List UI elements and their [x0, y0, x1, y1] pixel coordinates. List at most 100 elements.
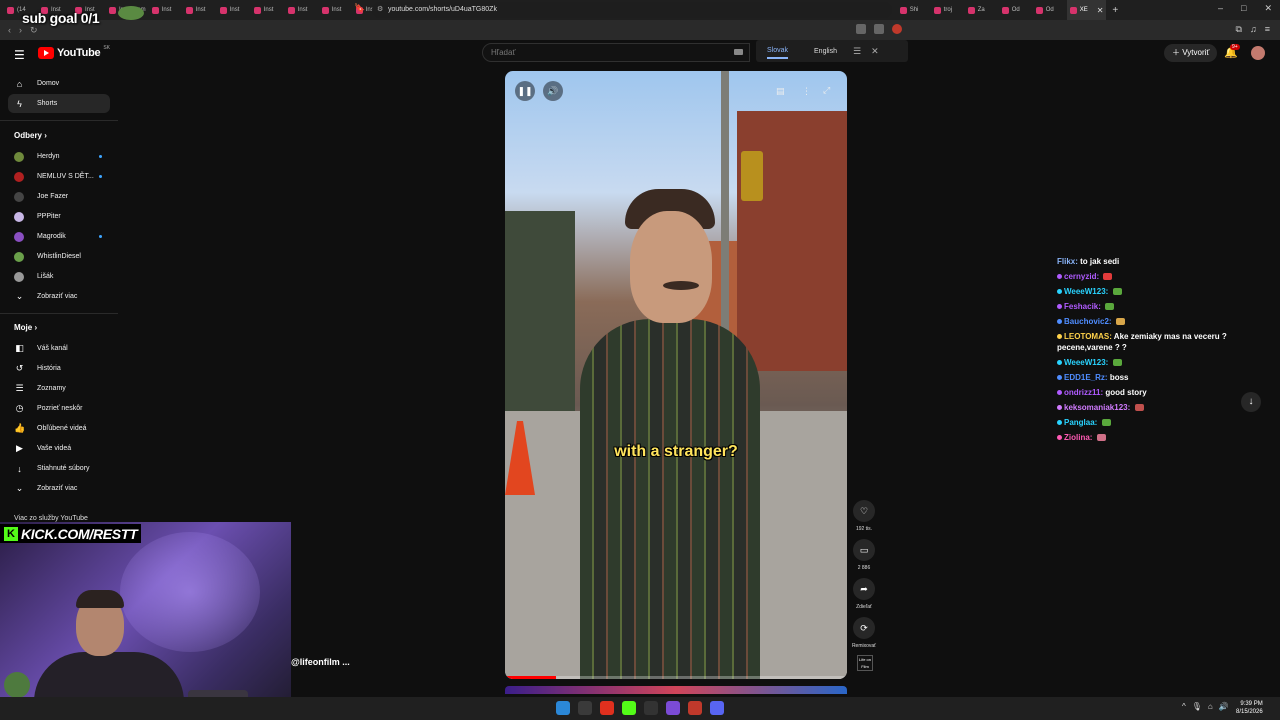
download-icon: ↓ [17, 463, 22, 474]
browser-tab[interactable]: Inst [217, 0, 251, 20]
subscriptions-heading[interactable]: Odbery › [14, 131, 47, 140]
sidebar-item-channel[interactable]: Magrodik [8, 227, 110, 246]
chat-text: to jak sedi [1080, 257, 1120, 266]
close-window-icon[interactable]: ✕ [1264, 3, 1272, 14]
menu-icon[interactable]: ≡ [1265, 24, 1270, 35]
back-icon[interactable]: ‹ [8, 25, 11, 35]
remix-button[interactable]: ⟳ Remixovať [849, 617, 879, 649]
volume-icon[interactable]: 🔊 [543, 81, 563, 101]
extensions-icon[interactable]: ⧉ [1236, 24, 1242, 35]
taskbar-clock[interactable]: 9:39 PM 8/15/2026 [1236, 700, 1263, 716]
tray-chevron-icon[interactable]: ^ [1182, 702, 1186, 711]
sidebar-item-playlists[interactable]: ☰ Zoznamy [8, 379, 110, 398]
mic-icon[interactable]: 🎙 [1192, 702, 1202, 711]
sidebar-item-channel[interactable]: NEMLUV S DĚT... [8, 167, 110, 186]
shorts-video-player[interactable]: with a stranger? ❚❚ 🔊 ▤ ⋮ ⤢ [505, 71, 847, 679]
next-short-preview[interactable] [505, 686, 847, 694]
tab-label: Inst [195, 7, 206, 13]
sidebar-show-more-subs[interactable]: ⌄ Zobraziť viac [8, 287, 110, 306]
channel-name[interactable]: @lifeonfilm ... [291, 657, 350, 667]
channel-thumbnail[interactable]: Life on Film [857, 655, 873, 671]
close-icon[interactable]: ✕ [871, 46, 879, 57]
taskbar: ^ 🎙 ⌂ 🔊 9:39 PM 8/15/2026 [0, 697, 1280, 720]
reload-icon[interactable]: ↻ [30, 25, 38, 36]
pause-icon[interactable]: ❚❚ [515, 81, 535, 101]
sidebar-item-channel[interactable]: PPPiter [8, 207, 110, 226]
url-field[interactable]: ⚙ youtube.com/shorts/uD4uaTG80Zk [372, 2, 892, 18]
bookmark-icon[interactable]: 🔖 [354, 3, 365, 14]
browser-tab[interactable]: Od [999, 0, 1033, 20]
captions-icon[interactable]: ▤ [776, 86, 785, 97]
list-icon[interactable]: ☰ [853, 46, 861, 57]
youtube-logo[interactable]: YouTube SK [38, 45, 110, 59]
browser-tab[interactable]: Od [1033, 0, 1067, 20]
plus-icon: ＋ [1172, 48, 1183, 57]
explorer-icon[interactable] [578, 701, 592, 715]
browser-tab[interactable]: Inst [319, 0, 353, 20]
more-options-icon[interactable]: ⋮ [802, 86, 811, 97]
brave-browser-icon[interactable] [600, 701, 614, 715]
extension-icon[interactable] [856, 24, 866, 34]
speaker-icon[interactable]: 🔊 [1219, 702, 1229, 711]
search-input[interactable]: Hľadať [482, 43, 750, 62]
video-progress-bar[interactable] [505, 676, 847, 679]
minimize-icon[interactable]: – [1218, 3, 1223, 14]
lang-option-slovak[interactable]: Slovak [767, 44, 789, 59]
twitch-icon[interactable] [666, 701, 680, 715]
sidebar-item-channel[interactable]: WhistlinDiesel [8, 247, 110, 266]
maximize-icon[interactable]: □ [1241, 3, 1246, 14]
home-icon: ⌂ [16, 78, 23, 89]
browser-tab[interactable]: Inst [183, 0, 217, 20]
network-icon[interactable]: ⌂ [1208, 702, 1213, 711]
obs-icon[interactable] [644, 701, 658, 715]
fullscreen-icon[interactable]: ⤢ [823, 85, 830, 96]
chat-emote-icon [1112, 288, 1122, 296]
sidebar-item-playlists-label: Zoznamy [37, 385, 66, 392]
extension-icon[interactable] [874, 24, 884, 34]
comments-button[interactable]: ▭ 2 886 [849, 539, 879, 571]
account-avatar[interactable] [1251, 46, 1265, 60]
like-button[interactable]: ♡ 192 tis. [849, 500, 879, 532]
browser-tab[interactable]: Shi [897, 0, 931, 20]
windows-start-icon[interactable] [556, 701, 570, 715]
browser-tab[interactable]: Inst [285, 0, 319, 20]
forward-icon[interactable]: › [19, 25, 22, 35]
sidebar-item-your-videos[interactable]: ▶ Vaše videá [8, 439, 110, 458]
user-badge-icon [1057, 405, 1062, 411]
app-icon[interactable] [688, 701, 702, 715]
browser-tab[interactable]: Inst [149, 0, 183, 20]
browser-tab[interactable]: troj [931, 0, 965, 20]
keyboard-icon[interactable] [734, 49, 743, 55]
sidebar-item-channel[interactable]: Joe Fazer [8, 187, 110, 206]
discord-icon[interactable] [710, 701, 724, 715]
sidebar-item-home[interactable]: ⌂ Domov [8, 74, 110, 93]
create-button[interactable]: ＋ Vytvoriť [1164, 44, 1218, 62]
sidebar-item-channel[interactable]: ◧ Váš kanál [8, 339, 110, 358]
browser-tab[interactable]: Inst [251, 0, 285, 20]
sidebar-item-watch-later[interactable]: ◷ Pozrieť neskôr [8, 399, 110, 418]
tab-close-icon[interactable]: ✕ [1097, 6, 1104, 15]
lang-option-english[interactable]: English [814, 45, 837, 58]
sidebar-item-channel[interactable]: Herdyn [8, 147, 110, 166]
browser-tab[interactable]: XE ✕ [1066, 0, 1107, 20]
kick-app-icon[interactable] [622, 701, 636, 715]
sidebar-item-shorts[interactable]: ϟ Shorts [8, 94, 110, 113]
browser-tab[interactable]: Za [965, 0, 999, 20]
sidebar-show-more-you[interactable]: ⌄ Zobraziť viac [8, 479, 110, 498]
sidebar-item-channel[interactable]: Lišák [8, 267, 110, 286]
music-icon[interactable]: ♫ [1250, 24, 1257, 35]
sidebar-item-download[interactable]: ↓ Stiahnuté súbory [8, 459, 110, 478]
share-button[interactable]: ➦ Zdieľať [849, 578, 879, 610]
brave-shield-icon[interactable] [892, 24, 902, 34]
site-info-icon[interactable]: ⚙ [377, 2, 383, 18]
user-badge-icon [1057, 390, 1062, 396]
webcam-feed [0, 522, 291, 720]
next-video-arrow-icon[interactable]: ↓ [1241, 392, 1261, 412]
sidebar-item-liked[interactable]: 👍 Obľúbené videá [8, 419, 110, 438]
you-heading[interactable]: Moje › [14, 323, 37, 332]
new-tab-icon[interactable]: + [1112, 5, 1118, 16]
hamburger-menu-icon[interactable]: ☰ [14, 48, 25, 62]
sidebar-item-history[interactable]: ↺ História [8, 359, 110, 378]
chat-username: Panglaa: [1064, 418, 1098, 427]
chat-message: WeeeW123: [1057, 355, 1237, 370]
